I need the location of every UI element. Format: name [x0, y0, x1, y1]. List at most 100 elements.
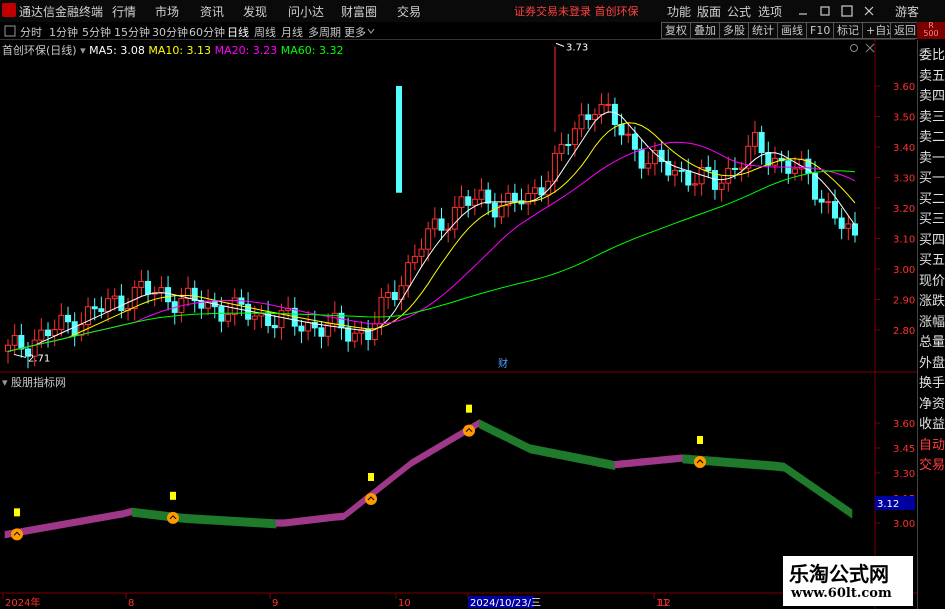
indicator-band-seg: [775, 461, 785, 472]
buy-signal-icon: [167, 511, 179, 524]
menu-gongneng[interactable]: 功能: [667, 3, 691, 20]
menu-faxian[interactable]: 发现: [243, 3, 267, 20]
watermark-url: www.60lt.com: [791, 586, 892, 601]
menu-banmian[interactable]: 版面: [697, 3, 721, 20]
indicator-band-seg: [623, 459, 633, 468]
tongji-button[interactable]: 统计: [748, 22, 778, 39]
side-item-18: 收益: [919, 417, 945, 432]
guest-login[interactable]: 游客: [895, 3, 919, 20]
y-tick-main: 3.40: [893, 143, 915, 154]
side-item-15: 外盘: [919, 355, 945, 371]
signal-bar: [170, 491, 176, 500]
period-1min[interactable]: 1分钟: [49, 24, 78, 40]
side-item-10: 买五: [919, 253, 945, 268]
diejia-button[interactable]: 叠加: [690, 22, 720, 39]
candle-body: [831, 201, 838, 219]
indicator-band-seg: [606, 459, 616, 471]
indicator-band-seg: [191, 514, 201, 524]
huaxian-button[interactable]: 画线: [777, 22, 807, 39]
fuquan-button[interactable]: 复权: [661, 22, 691, 39]
menu-hangqing[interactable]: 行情: [112, 3, 136, 20]
indicator-band-seg: [157, 510, 167, 521]
indicator-band-seg: [47, 521, 57, 531]
indicator-band-seg: [512, 435, 522, 450]
indicator-band-seg: [140, 508, 150, 519]
x-label: 2024/10/23/三: [470, 598, 541, 609]
indicator-band-seg: [224, 516, 234, 526]
indicator-band-seg: [63, 518, 74, 528]
indicator-band-seg: [216, 515, 226, 526]
period-monthly[interactable]: 月线: [281, 24, 303, 40]
minimize-icon[interactable]: [796, 4, 810, 18]
period-daily[interactable]: 日线: [227, 24, 249, 40]
candle-body: [625, 133, 632, 136]
indicator-band-seg: [402, 459, 412, 474]
candle-body: [305, 321, 312, 332]
menu-caifuquan[interactable]: 财富圈: [341, 3, 377, 20]
candle-body: [318, 327, 325, 337]
trade-login-warning[interactable]: 证券交易未登录 首创环保: [514, 3, 639, 19]
candle-body: [531, 187, 538, 194]
candle-body: [565, 143, 572, 146]
menu-wenxiaoda[interactable]: 问小达: [288, 3, 324, 20]
indicator-band-seg: [394, 465, 404, 481]
side-item-1: 卖五: [919, 68, 945, 84]
indicator-band-seg: [614, 460, 624, 469]
pin-icon[interactable]: [4, 25, 16, 37]
current-value: 3.12: [877, 499, 899, 510]
period-60min[interactable]: 60分钟: [189, 24, 225, 40]
f10-button[interactable]: F10: [806, 22, 835, 39]
indicator-band-seg: [377, 479, 387, 494]
chevron-down-icon[interactable]: [367, 27, 375, 35]
kline-chart[interactable]: 3.60 3.50 3.40 3.30 3.20 3.10 3.00 2.90 2.80 3.60…: [0, 40, 917, 609]
y-tick-ind: 3.30: [893, 469, 915, 480]
period-more[interactable]: 更多: [344, 24, 366, 40]
period-30min[interactable]: 30分钟: [152, 24, 188, 40]
candle-body: [818, 198, 825, 203]
candle-body: [705, 166, 712, 172]
back-button[interactable]: 返回: [890, 22, 920, 39]
candle-body: [98, 308, 105, 312]
menu-gongshi[interactable]: 公式: [727, 3, 751, 20]
signal-bar: [466, 404, 472, 413]
period-weekly[interactable]: 周线: [254, 24, 276, 40]
indicator-band-seg: [148, 509, 158, 520]
restore-icon[interactable]: [818, 4, 832, 18]
y-tick-main: 3.30: [893, 174, 915, 185]
period-fenshi[interactable]: 分时: [20, 24, 42, 40]
indicator-dropdown-icon[interactable]: ▾: [2, 376, 8, 389]
menu-zixun[interactable]: 资讯: [200, 3, 224, 20]
period-5min[interactable]: 5分钟: [82, 24, 111, 40]
indicator-band-seg: [114, 509, 124, 519]
period-multi[interactable]: 多周期: [308, 24, 341, 40]
menu-shichang[interactable]: 市场: [155, 3, 179, 20]
period-15min[interactable]: 15分钟: [114, 24, 150, 40]
candle-body: [765, 152, 772, 166]
indicator-band-seg: [89, 514, 99, 524]
indicator-title[interactable]: 股朋指标网: [11, 376, 66, 389]
side-item-20: 交易: [919, 458, 945, 473]
menu-jiaoyi[interactable]: 交易: [397, 3, 421, 20]
candle-body: [391, 291, 398, 301]
indicator-band-seg: [97, 512, 107, 522]
indicator-band-seg: [546, 447, 556, 459]
menu-xuanxiang[interactable]: 选项: [758, 3, 782, 20]
close-icon[interactable]: [862, 4, 876, 18]
duogu-button[interactable]: 多股: [719, 22, 749, 39]
indicator-band-seg: [351, 499, 362, 514]
side-item-5: 卖一: [919, 150, 945, 166]
maximize-icon[interactable]: [840, 4, 854, 18]
indicator-band-seg: [682, 454, 692, 464]
candle-body: [78, 324, 85, 336]
x-label: 10: [398, 598, 411, 609]
candle-body: [598, 104, 605, 116]
x-label: 12: [658, 598, 671, 609]
candle-body: [131, 286, 138, 309]
indicator-band-seg: [21, 526, 31, 536]
side-item-8: 买三: [919, 212, 945, 227]
biaoji-button[interactable]: 标记: [833, 22, 863, 39]
candle-body: [671, 169, 678, 176]
candle-body: [331, 312, 338, 325]
high-label: 3.73: [566, 42, 588, 53]
candle-body: [718, 182, 725, 190]
